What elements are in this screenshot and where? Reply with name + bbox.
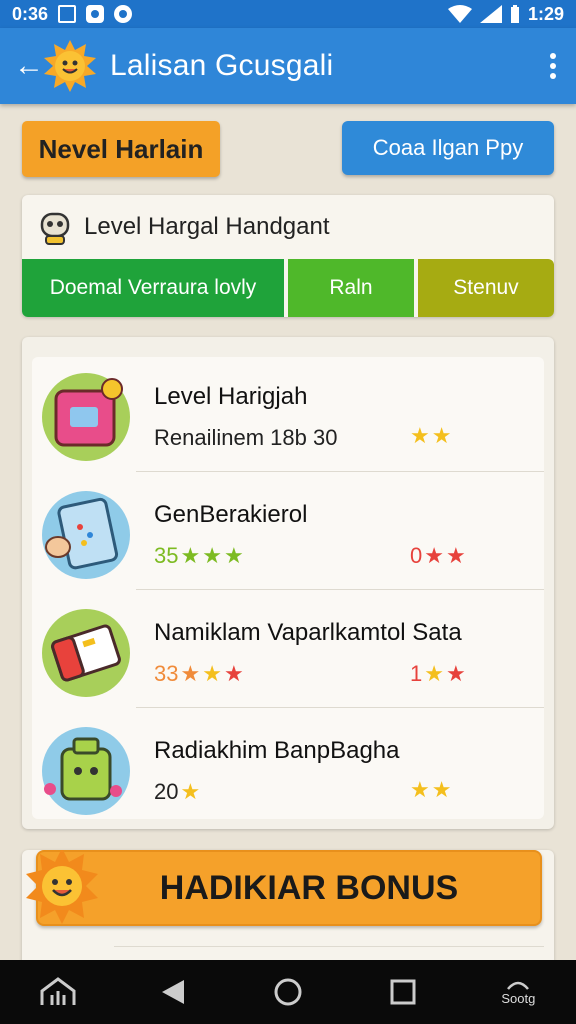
star-icon: ★ [223, 543, 244, 568]
item-title: Radiakhim BanpBagha [154, 737, 400, 764]
item-right-rating: ★ ★ [410, 425, 451, 447]
item-title: GenBerakierol [154, 501, 308, 528]
item-right-rating: 1 ★ ★ [410, 661, 466, 687]
item-right-value: 1 [410, 661, 423, 686]
paper-hand-icon [42, 491, 130, 579]
star-icon: ★ [180, 661, 201, 686]
wifi-icon [447, 5, 472, 23]
item-title: Namiklam Vaparlkamtol Sata [154, 619, 462, 646]
tab-1[interactable]: Doemal Verraura lovly [22, 259, 284, 317]
home-circle-icon[interactable] [258, 972, 318, 1012]
star-icon: ★ [410, 423, 430, 448]
bonus-button[interactable]: HADIKIAR BONUS [36, 850, 542, 926]
level-tabs: Doemal Verraura lovly Raln Stenuv [22, 259, 554, 317]
star-icon: ★ [202, 661, 222, 686]
star-icon: ★ [202, 543, 222, 568]
back-arrow-icon[interactable]: ← [14, 49, 44, 83]
item-title: Level Harigjah [154, 383, 308, 410]
nav-right-item[interactable]: Sootg [488, 972, 548, 1012]
bonus-label: HADIKIAR BONUS [159, 868, 459, 907]
list-item[interactable]: Radiakhim BanpBagha 20 ★ ★ ★ [32, 711, 544, 827]
item-right-rating: 0 ★ ★ [410, 543, 466, 569]
star-icon: ★ [410, 777, 430, 802]
robot-icon [40, 212, 70, 245]
bonus-card: HADIKIAR BONUS [22, 850, 554, 970]
list-item[interactable]: Level Harigjah Renailinem 18b 30 ★ ★ [32, 357, 544, 473]
item-left-rating: 20 ★ [154, 779, 200, 805]
notification-square-icon [58, 5, 77, 23]
home-icon[interactable] [28, 972, 88, 1012]
battery-icon [510, 5, 519, 23]
rotate-icon [507, 981, 530, 990]
nav-right-label: Sootg [501, 990, 536, 1006]
star-icon: ★ [180, 543, 201, 568]
item-left-value: 35 [154, 543, 179, 568]
secondary-button[interactable]: Coaa Ilgan Ppy [342, 121, 554, 175]
items-card: Level Harigjah Renailinem 18b 30 ★ ★ GenB… [22, 337, 554, 829]
items-list: Level Harigjah Renailinem 18b 30 ★ ★ GenB… [32, 357, 544, 819]
divider [114, 946, 544, 947]
recents-square-icon[interactable] [373, 972, 433, 1012]
level-title: Level Hargal Handgant [84, 213, 330, 240]
back-triangle-icon[interactable] [143, 972, 203, 1012]
list-item[interactable]: Namiklam Vaparlkamtol Sata 33 ★ ★ ★ 1 ★ ★ [32, 593, 544, 709]
more-options-icon[interactable] [544, 47, 562, 85]
tab-3[interactable]: Stenuv [418, 259, 554, 317]
app-bar: ← Lalisan Gcusgali [0, 28, 576, 104]
divider [136, 707, 544, 708]
pink-box-icon [42, 373, 130, 461]
status-bar: 0:36 1:29 [0, 0, 576, 28]
item-subtitle: Renailinem 18b 30 [154, 425, 338, 450]
sun-mascot-icon [26, 850, 98, 924]
location-icon [114, 5, 133, 23]
signal-icon [479, 5, 502, 23]
star-icon: ★ [431, 423, 452, 448]
tab-2[interactable]: Raln [288, 259, 414, 317]
system-nav-bar: Sootg [0, 960, 576, 1024]
item-left-value: 20 [154, 779, 179, 804]
item-right-value: 0 [410, 543, 423, 568]
star-icon: ★ [424, 543, 444, 568]
status-time-right: 1:29 [527, 3, 564, 24]
sun-mascot-icon [44, 40, 96, 92]
level-card: Level Hargal Handgant Doemal Verraura lo… [22, 195, 554, 317]
divider [136, 589, 544, 590]
item-left-rating: 35 ★ ★ ★ [154, 543, 244, 569]
star-icon: ★ [424, 661, 444, 686]
app-title: Lalisan Gcusgali [110, 49, 334, 82]
divider [136, 471, 544, 472]
primary-button[interactable]: Nevel Harlain [22, 121, 220, 177]
star-icon: ★ [445, 661, 466, 686]
star-icon: ★ [431, 777, 452, 802]
status-time-left: 0:36 [12, 3, 49, 24]
item-left-rating: 33 ★ ★ ★ [154, 661, 244, 687]
robot-bag-icon [42, 727, 130, 815]
item-right-rating: ★ ★ [410, 779, 451, 801]
book-icon [42, 609, 130, 697]
star-icon: ★ [223, 661, 244, 686]
item-left-value: 33 [154, 661, 179, 686]
notification-app-icon [86, 5, 105, 23]
list-item[interactable]: GenBerakierol 35 ★ ★ ★ 0 ★ ★ [32, 475, 544, 591]
star-icon: ★ [180, 779, 201, 804]
star-icon: ★ [445, 543, 466, 568]
